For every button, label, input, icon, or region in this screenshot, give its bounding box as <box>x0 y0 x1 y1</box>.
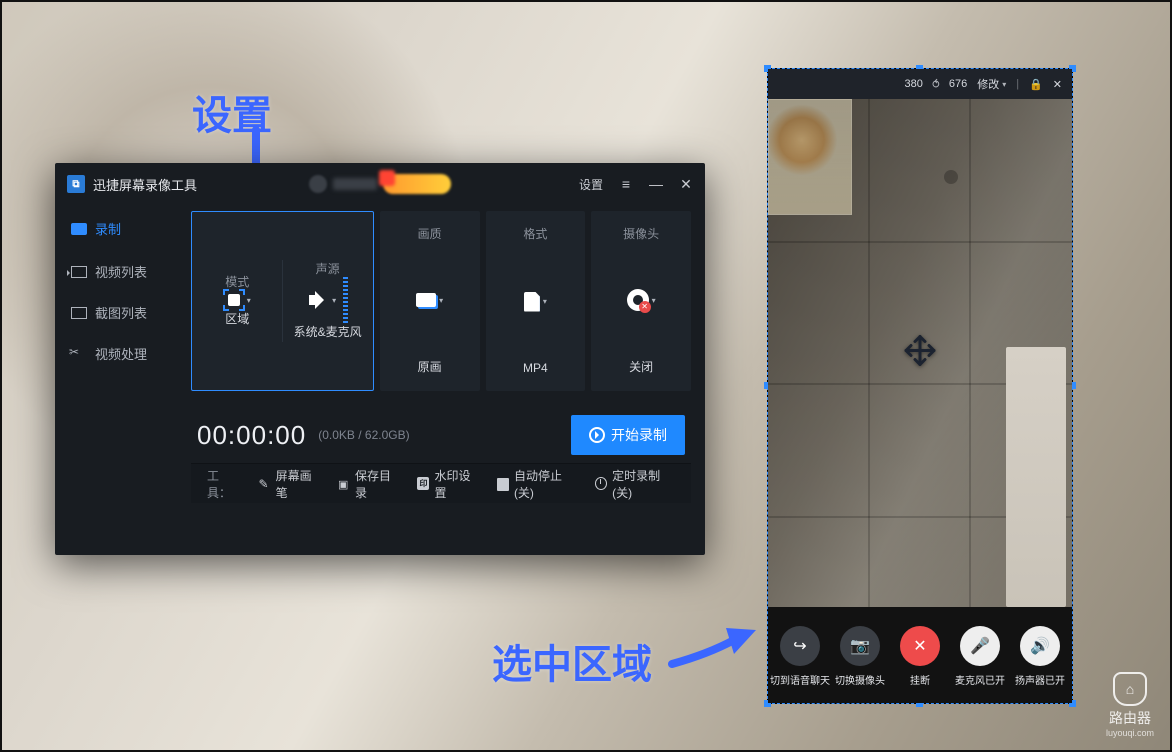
scissors-icon <box>71 348 87 360</box>
vu-meter-icon <box>343 277 348 323</box>
sidebar-item-screenshot-list[interactable]: 截图列表 <box>55 293 185 332</box>
tile-value: 原画 <box>418 358 442 375</box>
username-blur <box>333 178 377 190</box>
camera-off-icon: ✕ <box>627 289 649 311</box>
tool-screen-pen[interactable]: 屏幕画笔 <box>259 467 320 501</box>
stamp-icon: 印 <box>417 477 429 490</box>
sidebar-item-label: 截图列表 <box>95 303 147 322</box>
chevron-down-icon: ▾ <box>439 296 443 305</box>
control-speaker[interactable]: 🔊 扬声器已开 <box>1011 626 1069 687</box>
tile-format[interactable]: 格式 ▾ MP4 <box>486 211 586 391</box>
recorder-window: ⧉ 迅捷屏幕录像工具 设置 ≡ — ✕ 录制 视频列表 截图列表 <box>55 163 705 555</box>
timer-display: 00:00:00 <box>197 420 306 451</box>
camcorder-icon <box>71 223 87 235</box>
tile-camera[interactable]: 摄像头 ✕ ▾ 关闭 <box>591 211 691 391</box>
annotation-selected-area: 选中区域 <box>492 632 652 690</box>
vip-pill-blur <box>383 174 451 194</box>
tile-header: 模式 <box>225 273 249 290</box>
hangup-icon: ✕ <box>900 626 940 666</box>
tile-quality[interactable]: 画质 ▾ 原画 <box>380 211 480 391</box>
control-hangup[interactable]: ✕ 挂断 <box>891 626 949 687</box>
close-region-button[interactable]: ✕ <box>1053 78 1062 91</box>
camera-switch-icon: 📷 <box>840 626 880 666</box>
call-controls: ↪ 切到语音聊天 📷 切换摄像头 ✕ 挂断 🎤 麦克风已开 🔊 扬声器已开 <box>768 607 1072 703</box>
region-width[interactable]: 380 <box>904 78 922 90</box>
tile-value: 系统&麦克风 <box>294 323 362 340</box>
pen-icon <box>259 477 271 490</box>
titlebar: ⧉ 迅捷屏幕录像工具 设置 ≡ — ✕ <box>55 163 705 205</box>
video-call-view <box>768 99 1072 607</box>
tool-watermark[interactable]: 印水印设置 <box>417 467 478 501</box>
tile-value: 区域 <box>225 310 249 327</box>
avatar-blur-icon <box>309 175 327 193</box>
start-button-label: 开始录制 <box>611 425 667 445</box>
app-logo-icon: ⧉ <box>67 175 85 193</box>
site-watermark: ⌂ 路由器 luyouqi.com <box>1106 672 1154 738</box>
titlebar-user-blurred <box>309 174 451 194</box>
chevron-down-icon: ▾ <box>1002 80 1006 89</box>
tile-value: MP4 <box>523 361 548 375</box>
switch-audio-icon: ↪ <box>780 626 820 666</box>
self-video-thumbnail[interactable] <box>768 99 852 215</box>
toolbar-label: 工具： <box>207 467 241 501</box>
speaker-icon <box>307 290 329 310</box>
sidebar-item-record[interactable]: 录制 <box>55 209 185 250</box>
tool-auto-stop[interactable]: 自动停止(关) <box>497 467 577 501</box>
tool-scheduled[interactable]: 定时录制(关) <box>595 467 675 501</box>
lock-icon[interactable]: 🔒 <box>1029 78 1043 91</box>
file-icon <box>524 292 540 312</box>
tile-header: 摄像头 <box>623 225 659 242</box>
tile-header: 声源 <box>316 260 340 277</box>
close-button[interactable]: ✕ <box>679 176 693 193</box>
region-height[interactable]: 676 <box>949 78 967 90</box>
list-icon <box>71 266 87 278</box>
move-icon[interactable] <box>902 333 938 374</box>
tile-header: 画质 <box>418 225 442 242</box>
play-circle-icon <box>589 427 605 443</box>
sidebar-item-label: 视频处理 <box>95 344 147 363</box>
options-row: 模式 ▾ 区域 声源 ▾ <box>191 211 691 391</box>
folder-icon <box>338 477 350 490</box>
region-topbar: 380 ⥀ 676 修改 ▾ | 🔒 ✕ <box>768 69 1072 99</box>
sidebar-item-label: 视频列表 <box>95 262 147 281</box>
crop-icon <box>71 307 87 319</box>
tile-header: 格式 <box>523 225 547 242</box>
watermark-icon: ⌂ <box>1113 672 1147 706</box>
clock-icon <box>595 477 607 490</box>
background-door <box>1006 347 1066 607</box>
tile-value: 关闭 <box>629 358 653 375</box>
start-record-button[interactable]: 开始录制 <box>571 415 685 455</box>
control-mic[interactable]: 🎤 麦克风已开 <box>951 626 1009 687</box>
size-info: (0.0KB / 62.0GB) <box>318 428 409 442</box>
speaker-on-icon: 🔊 <box>1020 626 1060 666</box>
bottom-toolbar: 工具： 屏幕画笔 保存目录 印水印设置 自动停止(关) 定时录制(关) <box>191 463 691 503</box>
tool-save-dir[interactable]: 保存目录 <box>338 467 399 501</box>
sidebar-item-video-list[interactable]: 视频列表 <box>55 252 185 291</box>
tile-mode[interactable]: 模式 ▾ 区域 <box>192 259 282 343</box>
sidebar: 录制 视频列表 截图列表 视频处理 <box>55 205 185 555</box>
chevron-down-icon: ▾ <box>543 297 547 306</box>
display-icon <box>416 293 436 307</box>
link-icon[interactable]: ⥀ <box>929 78 943 91</box>
region-icon <box>224 290 244 310</box>
capture-region[interactable]: 380 ⥀ 676 修改 ▾ | 🔒 ✕ ↪ 切到语音聊天 <box>767 68 1073 704</box>
tile-mode-audio-group: 模式 ▾ 区域 声源 ▾ <box>191 211 374 391</box>
sidebar-item-video-process[interactable]: 视频处理 <box>55 334 185 373</box>
app-title: 迅捷屏幕录像工具 <box>93 175 197 194</box>
tile-audio[interactable]: 声源 ▾ 系统&麦克风 <box>282 246 372 356</box>
sidebar-item-label: 录制 <box>95 219 121 238</box>
chevron-down-icon: ▾ <box>652 296 656 305</box>
modify-dropdown[interactable]: 修改 ▾ <box>977 76 1006 92</box>
settings-link[interactable]: 设置 <box>579 176 603 193</box>
control-switch-camera[interactable]: 📷 切换摄像头 <box>831 626 889 687</box>
stop-icon <box>497 478 509 491</box>
control-voice-chat[interactable]: ↪ 切到语音聊天 <box>771 626 829 687</box>
menu-icon[interactable]: ≡ <box>619 176 633 192</box>
mic-icon: 🎤 <box>960 626 1000 666</box>
minimize-button[interactable]: — <box>649 176 663 192</box>
chevron-down-icon: ▾ <box>247 296 251 305</box>
annotation-arrow-selected <box>668 620 768 680</box>
